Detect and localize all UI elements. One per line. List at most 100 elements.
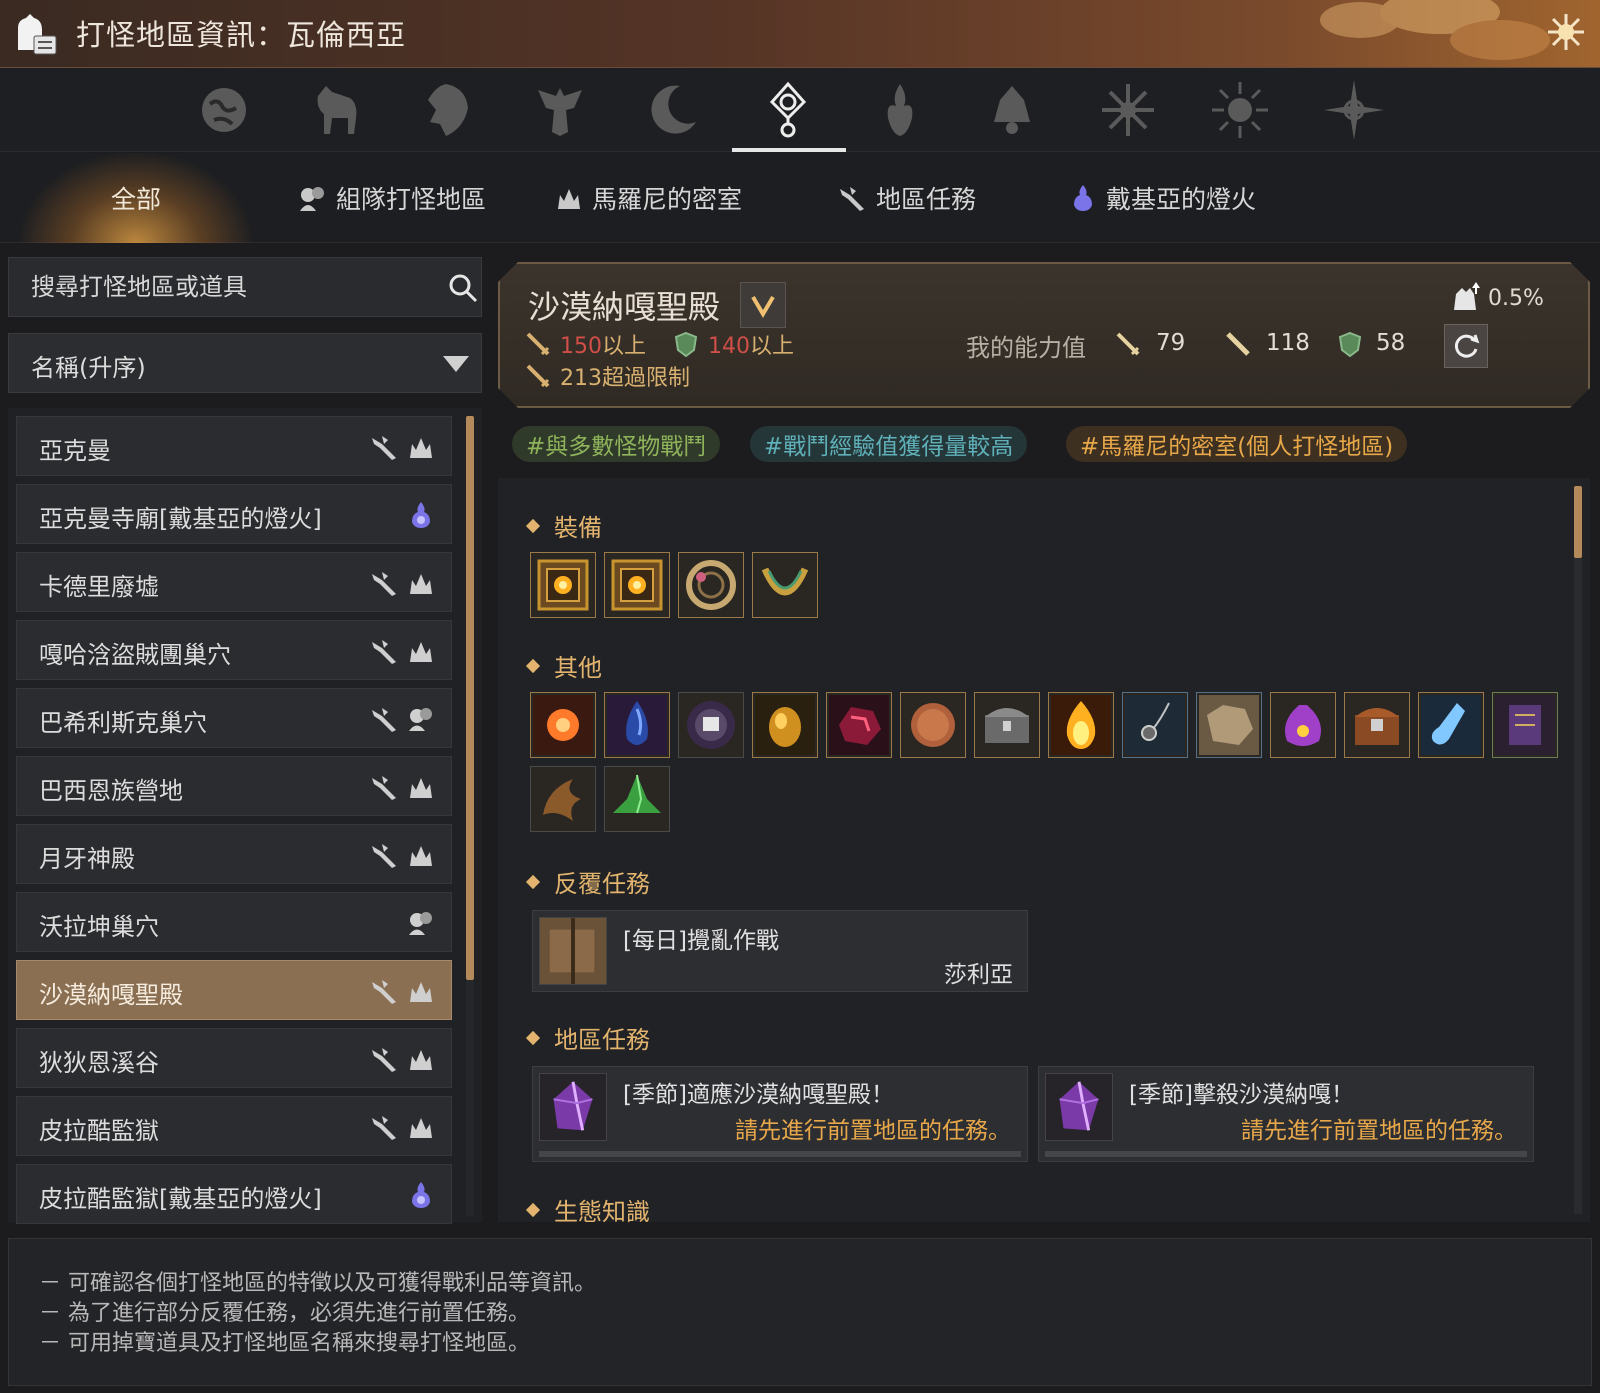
ap-requirement: 150以上 <box>524 328 646 360</box>
section-other: 其他 <box>525 648 602 683</box>
compass-ring-icon <box>681 555 741 615</box>
region-horse-icon[interactable] <box>300 74 372 146</box>
region-globe-icon[interactable] <box>188 74 260 146</box>
refresh-button[interactable] <box>1444 324 1488 368</box>
tab-zone-quests-label: 地區任務 <box>876 185 977 214</box>
zone-type-icons <box>405 499 437 531</box>
item-slot[interactable] <box>1196 692 1262 758</box>
zone-list-item[interactable]: 巴希利斯克巢穴 <box>16 688 452 748</box>
zone-dropdown-button[interactable] <box>740 282 786 328</box>
zone-quest-card[interactable]: [季節]適應沙漠納嘎聖殿！ 請先進行前置地區的任務。 <box>532 1066 1028 1162</box>
item-slot[interactable] <box>826 692 892 758</box>
zone-list-item[interactable]: 沃拉坤巢穴 <box>16 892 452 952</box>
item-slot[interactable] <box>530 552 596 618</box>
region-valencia-sun-emblem-icon[interactable] <box>752 74 824 146</box>
zone-list-item[interactable]: 巴西恩族營地 <box>16 756 452 816</box>
item-slot[interactable] <box>1122 692 1188 758</box>
region-sun-burst-icon[interactable] <box>1204 74 1276 146</box>
zone-detail-content: 裝備 其他 反覆任務 [每日]攪亂作戰 莎利亞 地區任務 [季節]適應沙漠納嘎聖… <box>498 478 1590 1226</box>
golden-egg-icon <box>755 695 815 755</box>
pouch-icon <box>1273 695 1333 755</box>
tab-all[interactable]: 全部 <box>20 153 252 243</box>
zone-quest-card[interactable]: [季節]擊殺沙漠納嘎！ 請先進行前置地區的任務。 <box>1038 1066 1534 1162</box>
quest-progress-track <box>1045 1151 1527 1157</box>
section-equipment-label: 裝備 <box>554 514 602 542</box>
zone-list-item[interactable]: 月牙神殿 <box>16 824 452 884</box>
item-slot[interactable] <box>1048 692 1114 758</box>
zone-list-item[interactable]: 皮拉酷監獄 <box>16 1096 452 1156</box>
treasure-chest-icon <box>977 695 1037 755</box>
zone-list-item[interactable]: 亞克曼寺廟[戴基亞的燈火] <box>16 484 452 544</box>
item-slot[interactable] <box>1344 692 1410 758</box>
item-slot[interactable] <box>678 552 744 618</box>
zone-list: 亞克曼亞克曼寺廟[戴基亞的燈火] 卡德里廢墟嘎哈浛盜賊團巢穴 巴希利斯克巢穴 巴西恩族… <box>8 408 482 1224</box>
marni-icon <box>405 1043 437 1075</box>
zone-list-item[interactable]: 狄狄恩溪谷 <box>16 1028 452 1088</box>
zone-list-item[interactable]: 沙漠納嘎聖殿 <box>16 960 452 1020</box>
item-slot[interactable] <box>1270 692 1336 758</box>
search-icon[interactable] <box>447 272 479 304</box>
window-title: 打怪地區資訊：瓦倫西亞 <box>76 18 407 52</box>
zone-list-item[interactable]: 亞克曼 <box>16 416 452 476</box>
awakening-sword-icon <box>1224 330 1252 358</box>
region-bell-crest-icon[interactable] <box>976 74 1048 146</box>
content-scrollbar[interactable] <box>1574 486 1582 1214</box>
marni-icon <box>405 839 437 871</box>
shield-icon <box>1336 330 1364 358</box>
content-scroll-thumb[interactable] <box>1574 486 1582 558</box>
sword-icon <box>524 330 552 358</box>
tab-marni-chamber[interactable]: 馬羅尼的密室 <box>552 171 742 225</box>
region-compass-star-icon[interactable] <box>1318 74 1390 146</box>
zone-name: 月牙神殿 <box>39 845 135 873</box>
zone-type-icons <box>369 1043 437 1075</box>
tab-party-zones[interactable]: 組隊打怪地區 <box>296 171 486 225</box>
ap-cap-suffix: 超過限制 <box>602 366 691 391</box>
red-ore-icon <box>829 695 889 755</box>
item-slot[interactable] <box>1418 692 1484 758</box>
marni-icon <box>405 975 437 1007</box>
region-eagle-crest-icon[interactable] <box>524 74 596 146</box>
region-lion-icon[interactable] <box>412 74 484 146</box>
zone-list-item[interactable]: 卡德里廢墟 <box>16 552 452 612</box>
region-flame-crest-icon[interactable] <box>864 74 936 146</box>
drop-rate-value: 0.5% <box>1488 285 1544 311</box>
zone-list-item[interactable]: 嘎哈浛盜賊團巢穴 <box>16 620 452 680</box>
repeat-quest-card[interactable]: [每日]攪亂作戰 莎利亞 <box>532 910 1028 992</box>
item-slot[interactable] <box>530 766 596 832</box>
my-stats-label: 我的能力值 <box>966 334 1086 362</box>
drop-rate: 0.5% <box>1448 280 1544 316</box>
section-ecology-label: 生態知識 <box>554 1198 650 1226</box>
search-input[interactable] <box>31 258 431 316</box>
zone-type-icons <box>369 567 437 599</box>
sort-dropdown[interactable]: 名稱(升序) <box>8 333 482 393</box>
item-slot[interactable] <box>530 692 596 758</box>
dp-requirement-suffix: 以上 <box>750 334 795 359</box>
close-icon[interactable] <box>1544 10 1588 54</box>
zone-type-icons <box>369 431 437 463</box>
quest-progress-track <box>539 1151 1021 1157</box>
region-crescent-moon-icon[interactable] <box>636 74 708 146</box>
region-star-burst-icon[interactable] <box>1092 74 1164 146</box>
sort-selected-value: 名稱(升序) <box>31 354 146 382</box>
zone-list-scroll-thumb[interactable] <box>466 416 474 980</box>
my-aap-value: 118 <box>1266 330 1310 356</box>
item-slot[interactable] <box>604 692 670 758</box>
item-slot[interactable] <box>604 552 670 618</box>
tab-dehkia-lamp[interactable]: 戴基亞的燈火 <box>1066 171 1256 225</box>
item-slot[interactable] <box>974 692 1040 758</box>
tab-zone-quests[interactable]: 地區任務 <box>836 171 976 225</box>
section-zone-quests: 地區任務 <box>525 1020 650 1055</box>
claw-icon <box>533 769 593 829</box>
bag-scroll-icon <box>18 14 57 55</box>
party-icon <box>405 907 437 939</box>
search-field[interactable] <box>8 257 482 317</box>
item-slot[interactable] <box>1492 692 1558 758</box>
item-slot[interactable] <box>752 552 818 618</box>
item-slot[interactable] <box>678 692 744 758</box>
item-slot[interactable] <box>604 766 670 832</box>
zone-list-item[interactable]: 皮拉酷監獄[戴基亞的燈火] <box>16 1164 452 1224</box>
item-slot[interactable] <box>900 692 966 758</box>
zone-name: 亞克曼 <box>39 437 111 465</box>
item-slot[interactable] <box>752 692 818 758</box>
category-tabs: 全部 組隊打怪地區 馬羅尼的密室 地區任務 戴基亞的燈火 <box>0 153 1600 243</box>
